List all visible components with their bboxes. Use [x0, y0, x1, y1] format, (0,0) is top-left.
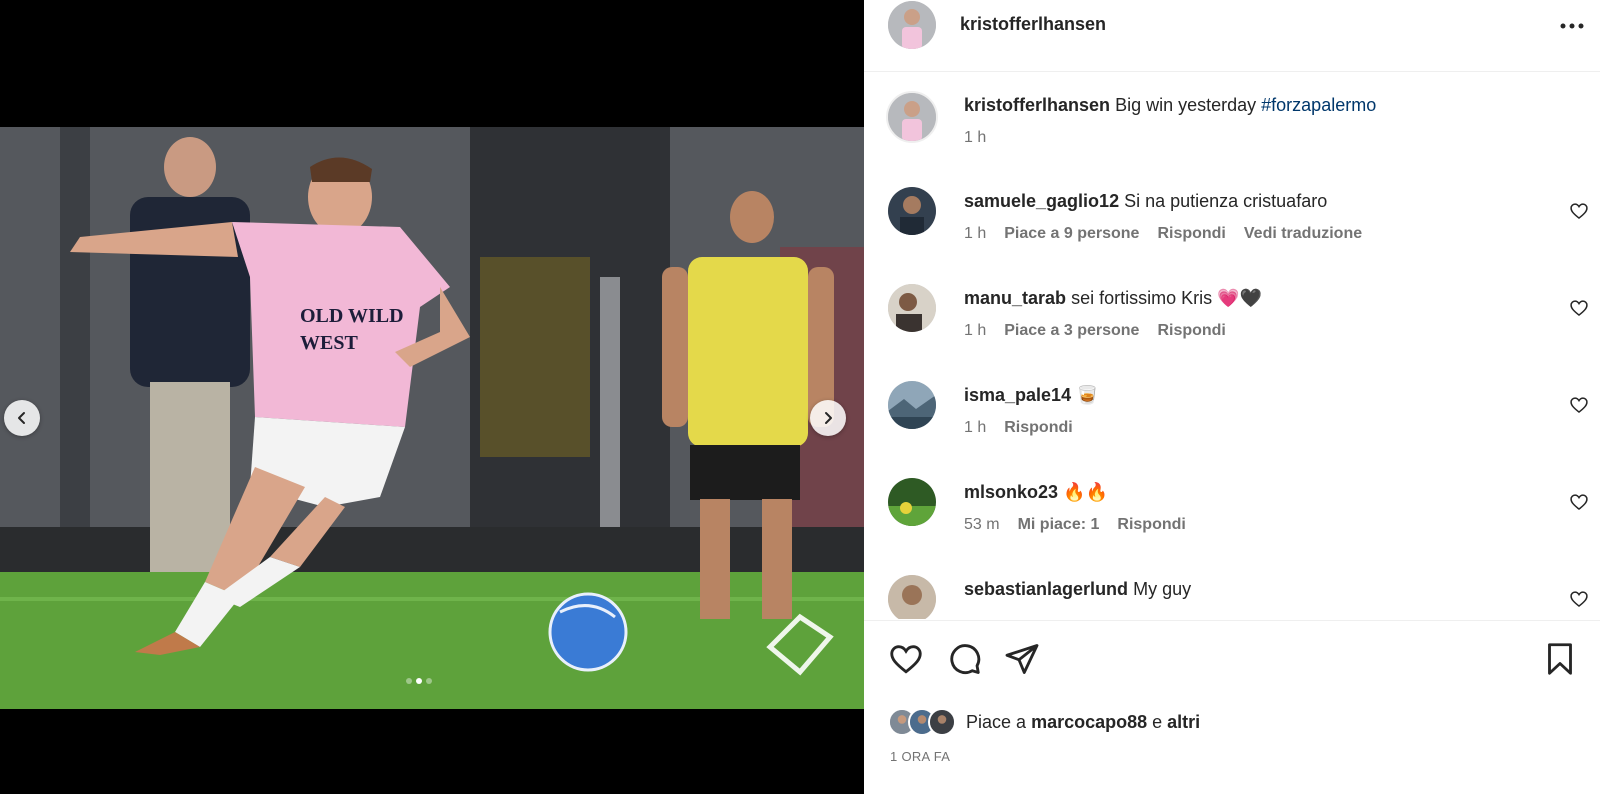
more-horizontal-icon	[1560, 23, 1584, 29]
commenter-avatar[interactable]	[888, 478, 936, 526]
comment-username[interactable]: isma_pale14	[964, 385, 1071, 405]
carousel-dot-active	[416, 678, 422, 684]
comment-row: samuele_gaglio12 Si na putienza cristuaf…	[864, 187, 1600, 257]
bookmark-icon[interactable]	[1542, 641, 1578, 677]
comment-meta: 1 h Piace a 9 persone Rispondi Vedi trad…	[964, 225, 1362, 243]
caption-hashtag[interactable]: #forzapalermo	[1261, 95, 1376, 115]
commenter-avatar[interactable]	[888, 575, 936, 619]
caption-meta: 1 h	[964, 129, 986, 147]
comment-text: mlsonko23 🔥🔥	[964, 480, 1108, 504]
heart-icon[interactable]	[1569, 395, 1589, 415]
more-options-button[interactable]	[1556, 12, 1588, 40]
translate-button[interactable]: Vedi traduzione	[1244, 225, 1362, 243]
author-username[interactable]: kristofferlhansen	[960, 14, 1106, 35]
comment-time[interactable]: 1 h	[964, 419, 986, 437]
carousel-dot	[406, 678, 412, 684]
likes-prefix: Piace a	[966, 711, 1027, 732]
comment-text: samuele_gaglio12 Si na putienza cristuaf…	[964, 189, 1327, 213]
comment-meta: 53 m Mi piace: 1 Rispondi	[964, 516, 1186, 534]
comment-time[interactable]: 1 h	[964, 322, 986, 340]
chevron-left-icon	[18, 412, 25, 424]
comment-body: sei fortissimo Kris 💗🖤	[1071, 288, 1262, 308]
carousel-next-button[interactable]	[810, 400, 846, 436]
caption-body: Big win yesterday	[1115, 95, 1257, 115]
likes-joiner: e	[1152, 711, 1163, 732]
comment-row: mlsonko23 🔥🔥 53 m Mi piace: 1 Rispondi	[864, 478, 1600, 548]
post-actions: Piace a marcocapo88 e altri 1 ORA FA	[864, 620, 1600, 794]
comment-likes[interactable]: Mi piace: 1	[1018, 516, 1100, 534]
comment-likes[interactable]: Piace a 3 persone	[1004, 322, 1139, 340]
comment-body: 🥃	[1076, 385, 1099, 405]
commenter-avatar[interactable]	[888, 381, 936, 429]
heart-icon[interactable]	[1569, 589, 1589, 609]
caption-text: kristofferlhansen Big win yesterday #for…	[964, 93, 1376, 117]
caption-row: kristofferlhansen Big win yesterday #for…	[864, 91, 1600, 161]
post-photo: OLD WILD WEST	[0, 127, 864, 709]
comment-username[interactable]: mlsonko23	[964, 482, 1058, 502]
comment-meta: 1 h Piace a 3 persone Rispondi	[964, 322, 1226, 340]
comment-username[interactable]: manu_tarab	[964, 288, 1066, 308]
comment-body: 🔥🔥	[1063, 482, 1108, 502]
carousel-dot	[426, 678, 432, 684]
post-media: OLD WILD WEST	[0, 0, 864, 794]
comment-meta: 1 h Rispondi	[964, 419, 1073, 437]
heart-icon[interactable]	[1569, 201, 1589, 221]
svg-text:OLD WILD: OLD WILD	[300, 305, 404, 327]
likes-text[interactable]: Piace a marcocapo88 e altri	[966, 712, 1200, 733]
heart-icon[interactable]	[1569, 492, 1589, 512]
comments-list: kristofferlhansen Big win yesterday #for…	[864, 73, 1600, 619]
comment-text: sebastianlagerlund My guy	[964, 577, 1191, 601]
reply-button[interactable]: Rispondi	[1157, 322, 1225, 340]
comment-row: isma_pale14 🥃 1 h Rispondi	[864, 381, 1600, 451]
comment-body: My guy	[1133, 579, 1192, 599]
comment-username[interactable]: sebastianlagerlund	[964, 579, 1128, 599]
chevron-right-icon	[825, 412, 832, 424]
comment-text: manu_tarab sei fortissimo Kris 💗🖤	[964, 286, 1262, 310]
heart-icon[interactable]	[888, 641, 924, 677]
reply-button[interactable]: Rispondi	[1157, 225, 1225, 243]
comment-row: manu_tarab sei fortissimo Kris 💗🖤 1 h Pi…	[864, 284, 1600, 354]
svg-text:WEST: WEST	[300, 332, 358, 354]
comment-username[interactable]: samuele_gaglio12	[964, 191, 1119, 211]
reply-button[interactable]: Rispondi	[1004, 419, 1072, 437]
liker-avatar	[928, 708, 956, 736]
likes-user[interactable]: marcocapo88	[1031, 712, 1147, 732]
comment-bubble-icon[interactable]	[946, 641, 982, 677]
post-timestamp[interactable]: 1 ORA FA	[890, 749, 950, 764]
post-header: kristofferlhansen	[864, 0, 1600, 72]
comment-body: Si na putienza cristuafaro	[1124, 191, 1328, 211]
paper-plane-icon[interactable]	[1004, 641, 1040, 677]
caption-time[interactable]: 1 h	[964, 129, 986, 147]
likes-summary: Piace a marcocapo88 e altri	[888, 705, 1200, 739]
commenter-avatar[interactable]	[888, 187, 936, 235]
comment-likes[interactable]: Piace a 9 persone	[1004, 225, 1139, 243]
post-side-panel: kristofferlhansen kristofferlhansen Big …	[864, 0, 1600, 794]
reply-button[interactable]: Rispondi	[1117, 516, 1185, 534]
commenter-avatar[interactable]	[888, 284, 936, 332]
carousel-indicator	[406, 678, 432, 684]
heart-icon[interactable]	[1569, 298, 1589, 318]
author-avatar[interactable]	[886, 91, 938, 143]
caption-username[interactable]: kristofferlhansen	[964, 95, 1110, 115]
carousel-prev-button[interactable]	[4, 400, 40, 436]
author-avatar[interactable]	[888, 1, 936, 49]
comment-text: isma_pale14 🥃	[964, 383, 1099, 407]
comment-time[interactable]: 1 h	[964, 225, 986, 243]
likes-others[interactable]: altri	[1167, 712, 1200, 732]
comment-time[interactable]: 53 m	[964, 516, 1000, 534]
comment-row: sebastianlagerlund My guy	[864, 575, 1600, 619]
